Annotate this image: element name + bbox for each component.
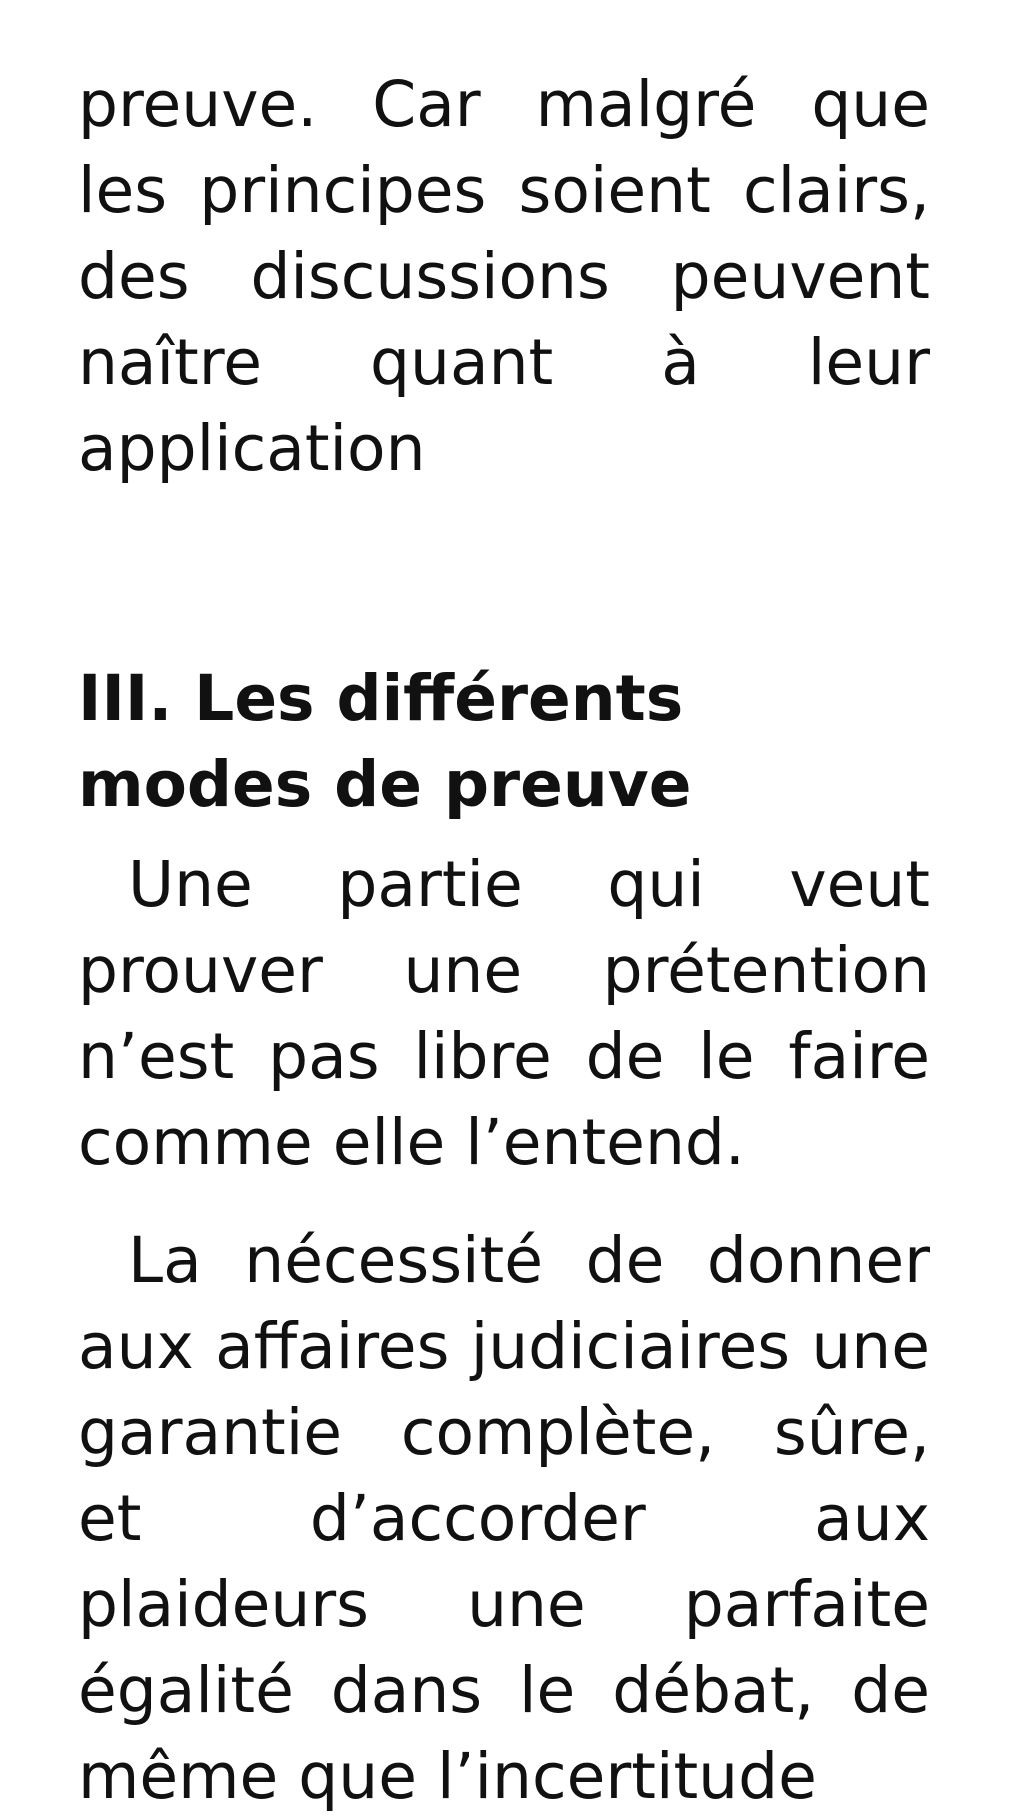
body-paragraph: Une partie qui veut prouver une prétenti… (78, 848, 930, 1179)
document-page: preuve. Car malgré que les principes soi… (78, 62, 930, 1820)
intro-paragraph-continuation: preuve. Car malgré que les principes soi… (78, 68, 930, 485)
body-paragraph: La nécessité de donner aux affaires judi… (78, 1224, 930, 1813)
section-heading: III. Les différents modes de preuve (78, 662, 692, 821)
